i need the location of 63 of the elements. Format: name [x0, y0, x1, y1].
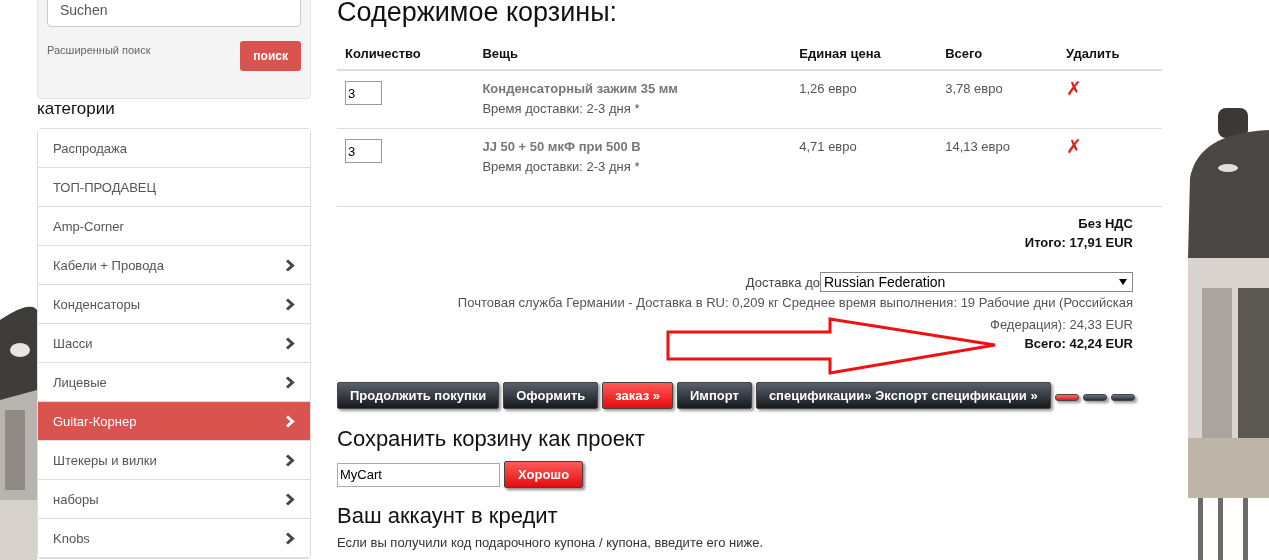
- category-label: Amp-Corner: [53, 218, 124, 234]
- product-name[interactable]: JJ 50 + 50 мкФ при 500 В: [482, 139, 784, 154]
- delete-link[interactable]: ✗: [1066, 136, 1083, 157]
- chevron-icon: [285, 336, 295, 350]
- category-label: Кабели + Провода: [53, 257, 164, 273]
- unit-price: 4,71 евро: [799, 139, 857, 154]
- category-label: Конденсаторы: [53, 296, 141, 312]
- cart-heading: Содержимое корзины:: [337, 0, 619, 28]
- credit-text: Если вы получили код подарочного купона / купона, введите его ниже.: [337, 535, 765, 551]
- category-label: Лицевые: [53, 374, 107, 390]
- category-item[interactable]: Guitar-Корнер: [38, 402, 310, 441]
- categories-heading: категории: [37, 99, 116, 119]
- category-label: наборы: [53, 491, 99, 507]
- category-label: ТОП-ПРОДАВЕЦ: [53, 179, 157, 195]
- category-label: Распродажа: [53, 140, 127, 156]
- category-label: Штекеры и вилки: [53, 452, 157, 468]
- chevron-icon: [285, 453, 295, 467]
- cart-action-button[interactable]: Импорт: [677, 382, 752, 409]
- product-name[interactable]: Конденсаторный зажим 35 мм: [482, 81, 784, 96]
- shipping-info: Почтовая служба Германии - Доставка в RU: 0,209 кг Среднее время выполнения: 19 Рабочие дни (Российская Федерация): 24,33 EUR: [456, 294, 1133, 334]
- line-total: 3,78 евро: [945, 81, 1003, 96]
- delete-link[interactable]: ✗: [1066, 78, 1083, 99]
- small-button[interactable]: [1110, 393, 1135, 401]
- chevron-icon: [285, 531, 295, 545]
- column-header: Всего: [937, 38, 1059, 70]
- credit-heading: Ваш аккаунт в кредит: [337, 502, 559, 530]
- save-button[interactable]: Хорошо: [504, 461, 584, 488]
- search-field[interactable]: Suchen: [47, 0, 301, 27]
- cart-action-button[interactable]: Продолжить покупки: [337, 382, 500, 409]
- chevron-icon: [285, 297, 295, 311]
- small-button[interactable]: [1054, 393, 1079, 401]
- unit-price: 1,26 евро: [799, 81, 857, 96]
- column-header: Вещь: [474, 38, 792, 70]
- cart-action-button[interactable]: заказ »: [602, 382, 673, 409]
- grand-total: Всего: 42,24 EUR: [1024, 336, 1133, 351]
- category-item[interactable]: Распродажа: [38, 129, 310, 168]
- country-select[interactable]: Russian Federation: [820, 272, 1133, 292]
- caret-icon: [1119, 279, 1127, 285]
- shipping-label: Доставка до: [745, 274, 820, 290]
- vat-note: Без НДС: [1078, 216, 1133, 231]
- column-header: Удалить: [1058, 38, 1162, 70]
- project-name-field[interactable]: MyCart: [337, 462, 500, 487]
- column-header: Количество: [337, 38, 475, 70]
- chevron-icon: [285, 414, 295, 428]
- chevron-icon: [285, 375, 295, 389]
- chevron-icon: [285, 258, 295, 272]
- save-project-heading: Сохранить корзину как проект: [337, 425, 646, 453]
- quantity-field[interactable]: 3: [345, 81, 382, 105]
- small-button[interactable]: [1082, 393, 1107, 401]
- category-label: Knobs: [53, 530, 90, 546]
- category-label: Шасси: [53, 335, 93, 351]
- search-button[interactable]: поиск: [240, 41, 301, 71]
- delivery-time: Время доставки: 2-3 дня *: [482, 101, 641, 116]
- line-total: 14,13 евро: [945, 139, 1010, 154]
- delivery-time: Время доставки: 2-3 дня *: [482, 159, 641, 174]
- quantity-field[interactable]: 3: [345, 139, 382, 163]
- advanced-search-link[interactable]: Расширенный поиск: [47, 44, 151, 56]
- column-header: Единая цена: [791, 38, 938, 70]
- cart-action-button[interactable]: спецификации» Экспорт спецификации »: [755, 382, 1051, 409]
- category-label: Guitar-Корнер: [53, 413, 137, 429]
- cart-action-button[interactable]: Оформить: [503, 382, 599, 409]
- subtotal: Итого: 17,91 EUR: [1024, 235, 1133, 250]
- chevron-icon: [285, 492, 295, 506]
